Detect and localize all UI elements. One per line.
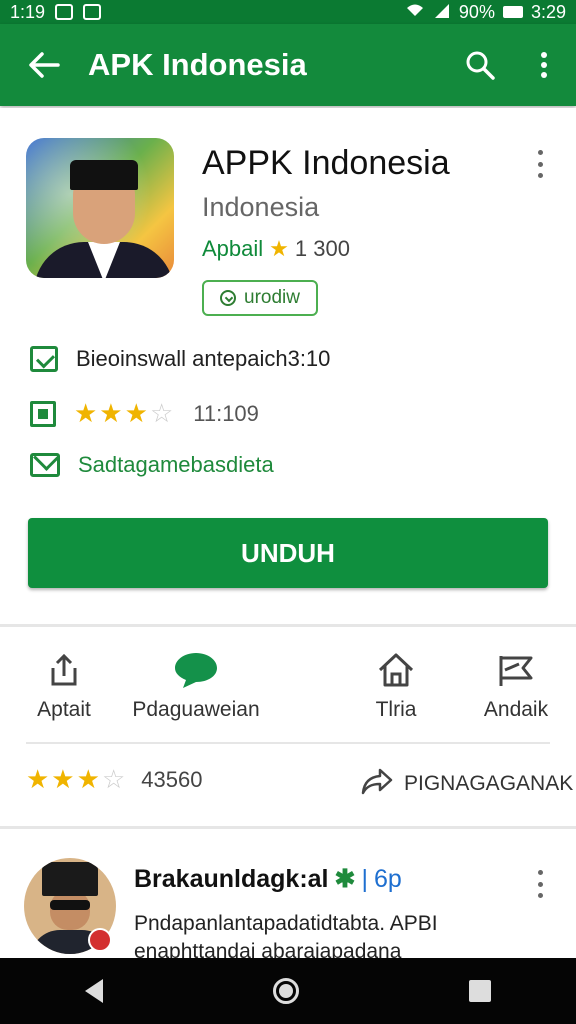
app-title: APPK Indonesia [202,144,450,182]
app-developer[interactable]: Indonesia [202,192,319,223]
app-icon [26,138,174,278]
divider [0,826,576,829]
divider [0,624,576,627]
app-bar: APK Indonesia [0,24,576,106]
action-label: Tlria [375,698,417,721]
action-chat[interactable]: Pdaguaweian [126,650,266,722]
action-label: Aptait [37,698,91,721]
info-row-rating: ★★★☆ 11:109 [30,398,259,429]
nav-home-icon[interactable] [273,978,299,1004]
arrow-back-icon[interactable] [0,24,88,106]
nav-back-icon[interactable] [85,979,103,1003]
action-label: Andaik [483,698,549,721]
star-rating: ★★★☆ [26,764,128,794]
action-label: Pdaguaweian [132,698,260,721]
checkbox-icon [30,346,58,372]
action-flag[interactable]: Andaik [446,650,576,722]
info-text: Bieoinswall antepaich3:10 [76,346,331,371]
reviewer-tag: ✱ [334,865,356,893]
app-rating: Apbail ★ 1 300 [202,236,350,262]
share-icon [47,650,81,690]
rating-value: 1 300 [294,236,350,261]
battery-icon [502,6,523,18]
action-share[interactable]: Aptait [0,650,134,722]
nav-recents-icon[interactable] [469,980,491,1002]
info-text: 11:109 [193,400,259,426]
bookmark-icon [30,400,56,427]
badge-label: urodiw [244,287,300,308]
signal-icon [433,2,451,23]
download-badge[interactable]: urodiw [202,280,318,316]
rating-count: 43560 [141,766,203,792]
rating-summary: ★★★☆ 43560 [26,764,202,795]
star-icon: ★ [269,236,289,261]
info-text[interactable]: Sadtagamebasdieta [78,452,274,478]
app-bar-title: APK Indonesia [88,47,307,82]
status-clock: 3:29 [530,1,566,22]
chat-bubble-icon [173,650,219,690]
search-icon[interactable] [448,24,512,106]
avatar-badge-icon [88,928,112,952]
review-item: Brakaunldagk:al ✱ | 6p Pndapanlantapadat… [0,840,576,960]
more-vert-icon[interactable] [512,24,576,106]
info-row-install: Bieoinswall antepaich3:10 [30,346,330,372]
reviewer-name: Brakaunldagk:al ✱ | 6p [134,864,402,894]
system-nav-bar [0,958,576,1024]
app-more-icon[interactable] [528,146,552,182]
home-icon [377,650,415,690]
mail-icon [30,453,60,477]
reviewer-name-text: Brakaunldagk:al [134,864,329,893]
notification-icon [55,4,74,20]
flag-icon [497,650,535,690]
star-rating: ★★★☆ [74,398,176,428]
reviewer-extra: 6p [373,864,402,893]
reviewer-separator: | [361,864,368,893]
battery-percent: 90% [458,1,495,22]
share-summary[interactable]: PIGNAGAGANAK [360,766,573,802]
status-bar: 1:19 90% 3:29 [0,0,576,24]
divider [26,742,550,744]
download-button[interactable]: UNDUH [28,518,548,588]
share-label: PIGNAGAGANAK [404,772,574,795]
download-icon [220,290,236,306]
wifi-icon [405,2,425,23]
download-notification-icon [83,4,102,20]
rating-label: Apbail [202,236,264,261]
forward-icon [360,766,394,802]
review-more-icon[interactable] [528,866,552,902]
action-home[interactable]: Tlria [326,650,466,722]
status-time: 1:19 [10,1,46,22]
info-row-mail: Sadtagamebasdieta [30,452,274,478]
review-text: Pndapanlantapadatidtabta. APBI enaphttan… [134,912,438,960]
